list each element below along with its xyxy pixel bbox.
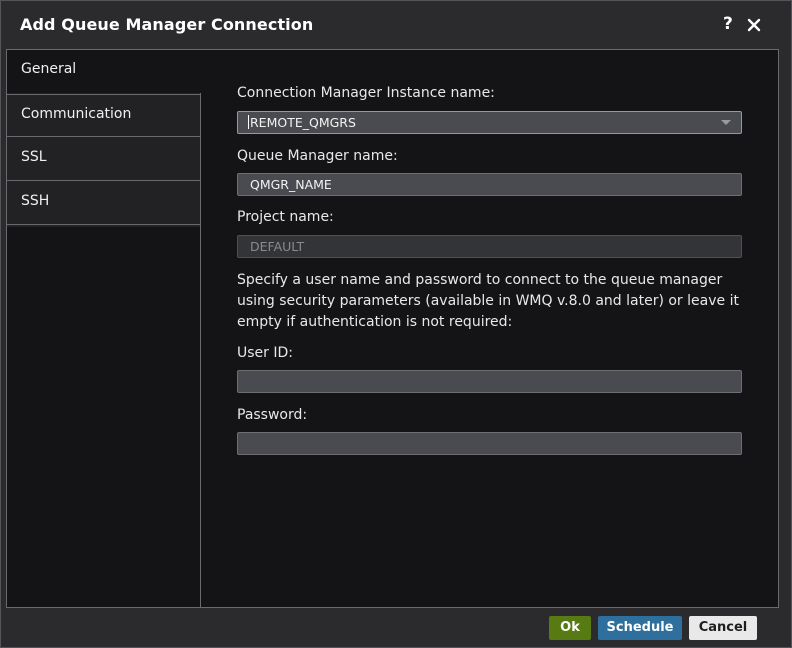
tab-ssl[interactable]: SSL xyxy=(7,138,200,181)
tab-communication-label: Communication xyxy=(21,106,132,122)
user-id-input[interactable] xyxy=(237,370,742,393)
instance-name-value: REMOTE_QMGRS xyxy=(250,115,356,130)
close-icon[interactable] xyxy=(746,14,764,34)
queue-manager-name-label: Queue Manager name: xyxy=(237,148,398,164)
ok-button[interactable]: Ok xyxy=(549,616,591,640)
instance-name-label: Connection Manager Instance name: xyxy=(237,85,495,101)
settings-sidebar: General Communication SSL SSH xyxy=(7,50,201,607)
tab-ssh[interactable]: SSH xyxy=(7,182,200,225)
dialog-body: General Communication SSL SSH Connection… xyxy=(6,49,779,608)
project-name-input xyxy=(237,235,742,258)
sidebar-empty-area xyxy=(7,227,200,607)
dialog-title: Add Queue Manager Connection xyxy=(20,15,314,34)
chevron-down-icon[interactable] xyxy=(721,120,731,125)
tab-general[interactable]: General xyxy=(7,50,201,93)
schedule-button[interactable]: Schedule xyxy=(598,616,682,640)
cancel-button[interactable]: Cancel xyxy=(689,616,757,640)
tab-communication[interactable]: Communication xyxy=(7,94,200,137)
password-input[interactable] xyxy=(237,432,742,455)
project-name-label: Project name: xyxy=(237,209,334,225)
help-icon[interactable]: ? xyxy=(723,14,733,34)
user-id-label: User ID: xyxy=(237,345,293,361)
tab-general-label: General xyxy=(21,61,77,77)
queue-manager-name-input[interactable] xyxy=(237,173,742,196)
instance-name-select[interactable]: REMOTE_QMGRS xyxy=(237,111,742,134)
credentials-description: Specify a user name and password to conn… xyxy=(237,272,739,330)
tab-ssl-label: SSL xyxy=(21,149,47,165)
text-caret xyxy=(248,115,249,129)
tab-ssh-label: SSH xyxy=(21,193,50,209)
add-queue-manager-dialog: Add Queue Manager Connection ? General C… xyxy=(0,0,792,648)
dialog-titlebar: Add Queue Manager Connection ? xyxy=(1,1,791,49)
password-label: Password: xyxy=(237,407,308,423)
